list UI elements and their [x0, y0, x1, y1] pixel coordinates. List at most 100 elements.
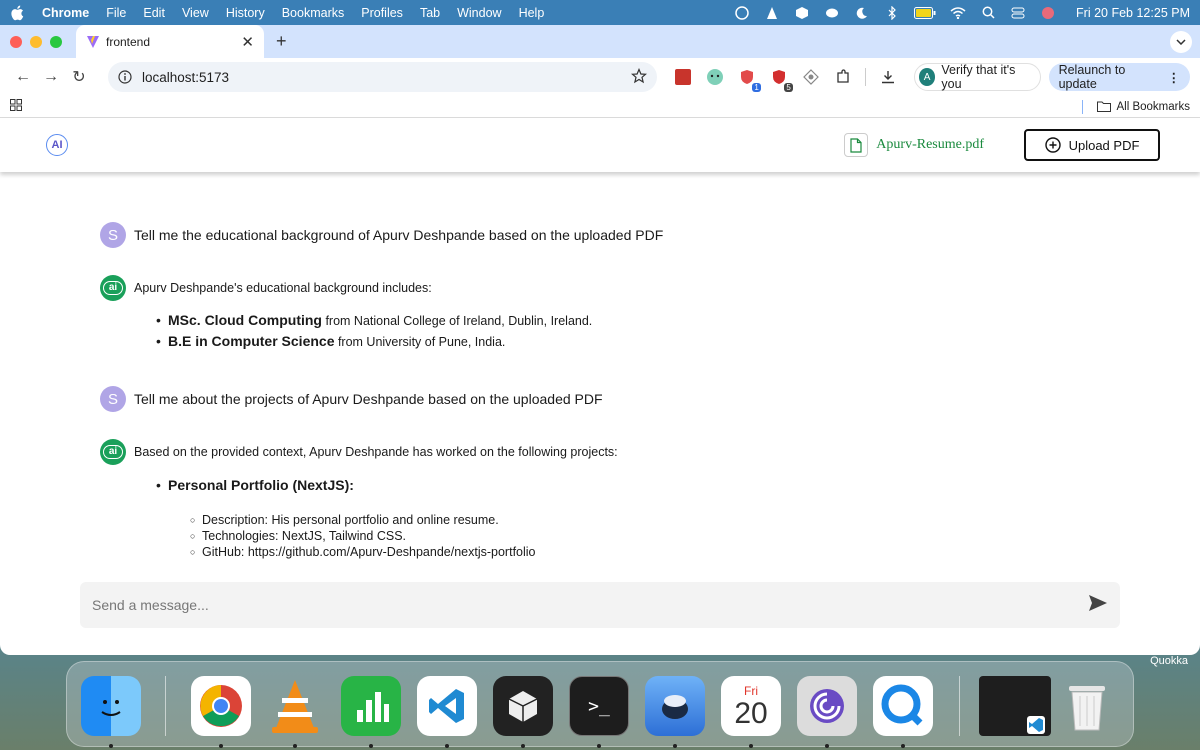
- degree-detail: from National College of Ireland, Dublin…: [321, 314, 593, 328]
- running-indicator: [109, 744, 113, 748]
- ai-avatar: ai: [100, 439, 126, 465]
- verify-identity-chip[interactable]: A Verify that it's you: [913, 63, 1041, 91]
- tab-title: frontend: [106, 34, 151, 49]
- back-button[interactable]: ←: [10, 63, 36, 91]
- menu-tab[interactable]: Tab: [420, 6, 440, 20]
- menu-view[interactable]: View: [182, 6, 209, 20]
- battery-icon[interactable]: [914, 5, 936, 21]
- menu-profiles[interactable]: Profiles: [361, 6, 403, 20]
- menu-history[interactable]: History: [226, 6, 265, 20]
- chrome-icon[interactable]: [191, 676, 251, 736]
- close-tab-icon[interactable]: ✕: [241, 33, 254, 51]
- ai-avatar-label: ai: [103, 445, 123, 459]
- quicktime-icon[interactable]: [873, 676, 933, 736]
- extensions-puzzle-icon[interactable]: [833, 67, 853, 87]
- menu-edit[interactable]: Edit: [143, 6, 165, 20]
- user-avatar: S: [100, 222, 126, 248]
- menu-app-name[interactable]: Chrome: [42, 6, 89, 20]
- running-indicator: [597, 744, 601, 748]
- vscode-icon[interactable]: [417, 676, 477, 736]
- trash-icon[interactable]: [1057, 676, 1117, 736]
- running-indicator: [445, 744, 449, 748]
- list-item: Personal Portfolio (NextJS): Description…: [156, 475, 618, 560]
- bookmark-star-icon[interactable]: [630, 67, 647, 87]
- bookmarks-divider: [1081, 99, 1083, 114]
- folder-icon: [1096, 101, 1111, 112]
- wifi-icon[interactable]: [950, 5, 966, 21]
- vscode-window-thumb[interactable]: [979, 676, 1051, 736]
- extension-badge-5: 5: [784, 83, 793, 92]
- numbers-icon[interactable]: [341, 676, 401, 736]
- vlc-icon[interactable]: [265, 676, 325, 736]
- download-icon[interactable]: [878, 67, 898, 87]
- finder-icon[interactable]: [81, 676, 141, 736]
- toolbar-divider: [864, 68, 866, 86]
- relaunch-label: Relaunch to update: [1058, 63, 1126, 91]
- siri-icon[interactable]: [1040, 5, 1056, 21]
- message-input[interactable]: [92, 597, 1088, 613]
- unity-icon[interactable]: [493, 676, 553, 736]
- bluetooth-icon[interactable]: [884, 5, 900, 21]
- elephant-icon[interactable]: [824, 5, 840, 21]
- quokka-label[interactable]: Quokka: [1150, 655, 1188, 667]
- relaunch-button[interactable]: Relaunch to update ⋮: [1048, 63, 1191, 91]
- extension-red-icon[interactable]: [673, 67, 693, 87]
- extension-diamond-icon[interactable]: [801, 67, 821, 87]
- list-item: Description: His personal portfolio and …: [190, 512, 618, 528]
- running-indicator: [293, 744, 297, 748]
- tab-search-chevron-icon[interactable]: [1170, 31, 1192, 53]
- close-window-button[interactable]: [10, 35, 22, 48]
- new-tab-button[interactable]: +: [276, 31, 287, 52]
- plus-circle-icon: [1044, 137, 1061, 153]
- file-name: Apurv-Resume.pdf: [876, 137, 984, 152]
- search-icon[interactable]: [980, 5, 996, 21]
- list-item: Technologies: NextJS, Tailwind CSS.: [190, 528, 618, 544]
- apple-icon[interactable]: [10, 5, 24, 21]
- cube-status-icon[interactable]: [794, 5, 810, 21]
- degree-detail: from University of Pune, India.: [334, 335, 506, 349]
- app-logo[interactable]: AI: [46, 134, 68, 156]
- dock: >_ Fri 20: [66, 661, 1134, 748]
- torrent-icon[interactable]: [797, 676, 857, 736]
- extension-face-icon[interactable]: [705, 67, 725, 87]
- menu-bookmarks[interactable]: Bookmarks: [282, 6, 345, 20]
- preview-icon[interactable]: [645, 676, 705, 736]
- moon-icon[interactable]: [854, 5, 870, 21]
- dock-separator: [165, 676, 166, 736]
- minimize-window-button[interactable]: [30, 35, 42, 48]
- more-menu-icon[interactable]: ⋮: [1168, 70, 1181, 85]
- status-app-icon[interactable]: [734, 5, 750, 21]
- projects-list: Personal Portfolio (NextJS): Description…: [156, 475, 618, 560]
- forward-button[interactable]: →: [38, 63, 64, 91]
- tab-frontend[interactable]: frontend ✕: [76, 25, 264, 58]
- running-indicator: [901, 744, 905, 748]
- control-center-icon[interactable]: [1010, 5, 1026, 21]
- address-bar[interactable]: localhost:5173: [107, 62, 657, 92]
- apps-grid-icon[interactable]: [10, 99, 22, 114]
- send-icon[interactable]: [1088, 594, 1108, 617]
- all-bookmarks-label: All Bookmarks: [1116, 100, 1191, 113]
- ai-avatar: ai: [100, 275, 126, 301]
- menu-bar-clock[interactable]: Fri 20 Feb 12:25 PM: [1076, 6, 1190, 20]
- message-composer: [80, 582, 1120, 628]
- extension-red-shield-icon[interactable]: 5: [769, 67, 793, 92]
- reload-button[interactable]: ↻: [66, 63, 92, 91]
- dock-separator: [959, 676, 960, 736]
- terminal-icon[interactable]: >_: [569, 676, 629, 736]
- upload-pdf-button[interactable]: Upload PDF: [1024, 129, 1160, 161]
- site-info-icon[interactable]: [118, 70, 132, 84]
- menu-help[interactable]: Help: [519, 6, 545, 20]
- vlc-status-icon[interactable]: [764, 5, 780, 21]
- extension-shield-icon[interactable]: 1: [737, 67, 761, 92]
- user-message-1: S Tell me the educational background of …: [100, 222, 663, 248]
- menu-bar: Chrome File Edit View History Bookmarks …: [0, 0, 1200, 25]
- calendar-day: Fri: [744, 684, 758, 698]
- menu-file[interactable]: File: [106, 6, 126, 20]
- calendar-icon[interactable]: Fri 20: [721, 676, 781, 736]
- menu-window[interactable]: Window: [457, 6, 501, 20]
- all-bookmarks-button[interactable]: All Bookmarks: [1081, 99, 1191, 114]
- zoom-window-button[interactable]: [50, 35, 62, 48]
- upload-pdf-label: Upload PDF: [1068, 137, 1140, 153]
- uploaded-file-indicator: Apurv-Resume.pdf: [844, 133, 984, 157]
- url-text: localhost:5173: [141, 69, 230, 85]
